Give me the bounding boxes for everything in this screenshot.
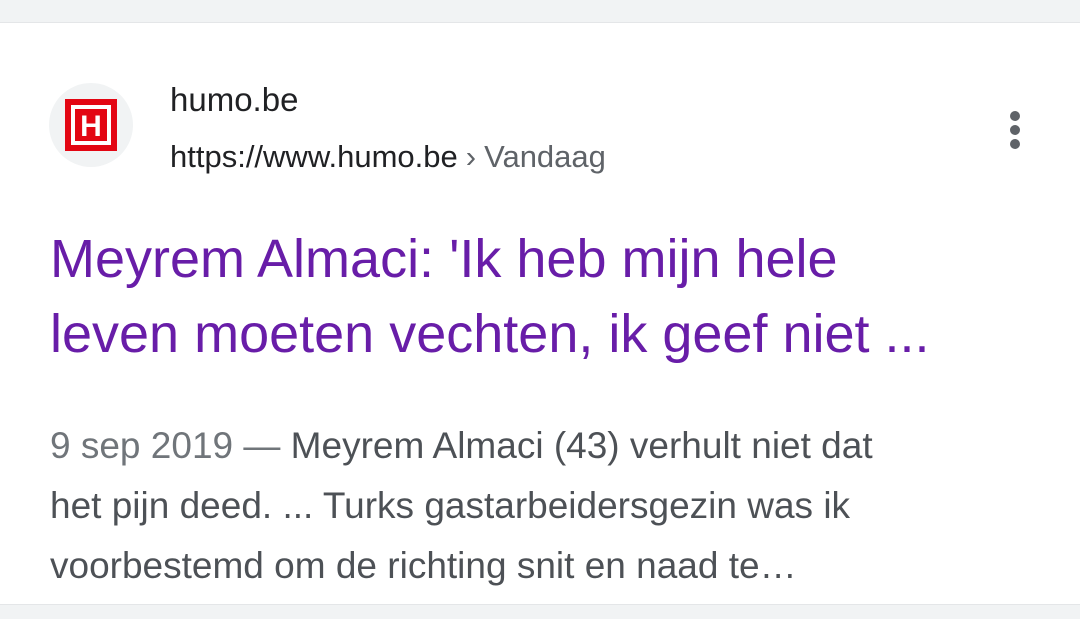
title-line-2: leven moeten vechten, ik geef niet ... <box>50 304 930 364</box>
title-line-1: Meyrem Almaci: 'Ik heb mijn hele <box>50 229 838 289</box>
snippet-line-1: 9 sep 2019 — Meyrem Almaci (43) verhult … <box>50 416 1050 476</box>
svg-text:H: H <box>80 110 102 143</box>
more-options-button[interactable] <box>995 105 1035 155</box>
humo-logo-icon: H <box>65 99 117 151</box>
snippet-text-1: Meyrem Almaci (43) verhult niet dat <box>290 425 873 466</box>
site-url[interactable]: https://www.humo.be › Vandaag <box>170 137 606 177</box>
date-separator: — <box>233 425 291 466</box>
breadcrumb: Vandaag <box>484 139 606 174</box>
site-favicon[interactable]: H <box>49 83 133 167</box>
more-vert-icon <box>1010 111 1020 149</box>
result-title-link[interactable]: Meyrem Almaci: 'Ik heb mijn hele leven m… <box>50 222 1055 372</box>
snippet-line-2: het pijn deed. ... Turks gastarbeidersge… <box>50 485 851 526</box>
breadcrumb-separator: › <box>465 139 477 174</box>
search-result-card: H humo.be https://www.humo.be › Vandaag Me… <box>0 22 1080 605</box>
result-date: 9 sep 2019 <box>50 425 234 466</box>
result-snippet: 9 sep 2019 — Meyrem Almaci (43) verhult … <box>50 416 1050 596</box>
snippet-line-3: voorbestemd om de richting snit en naad … <box>50 545 797 586</box>
site-name[interactable]: humo.be <box>170 80 298 120</box>
url-text: https://www.humo.be <box>170 139 458 174</box>
